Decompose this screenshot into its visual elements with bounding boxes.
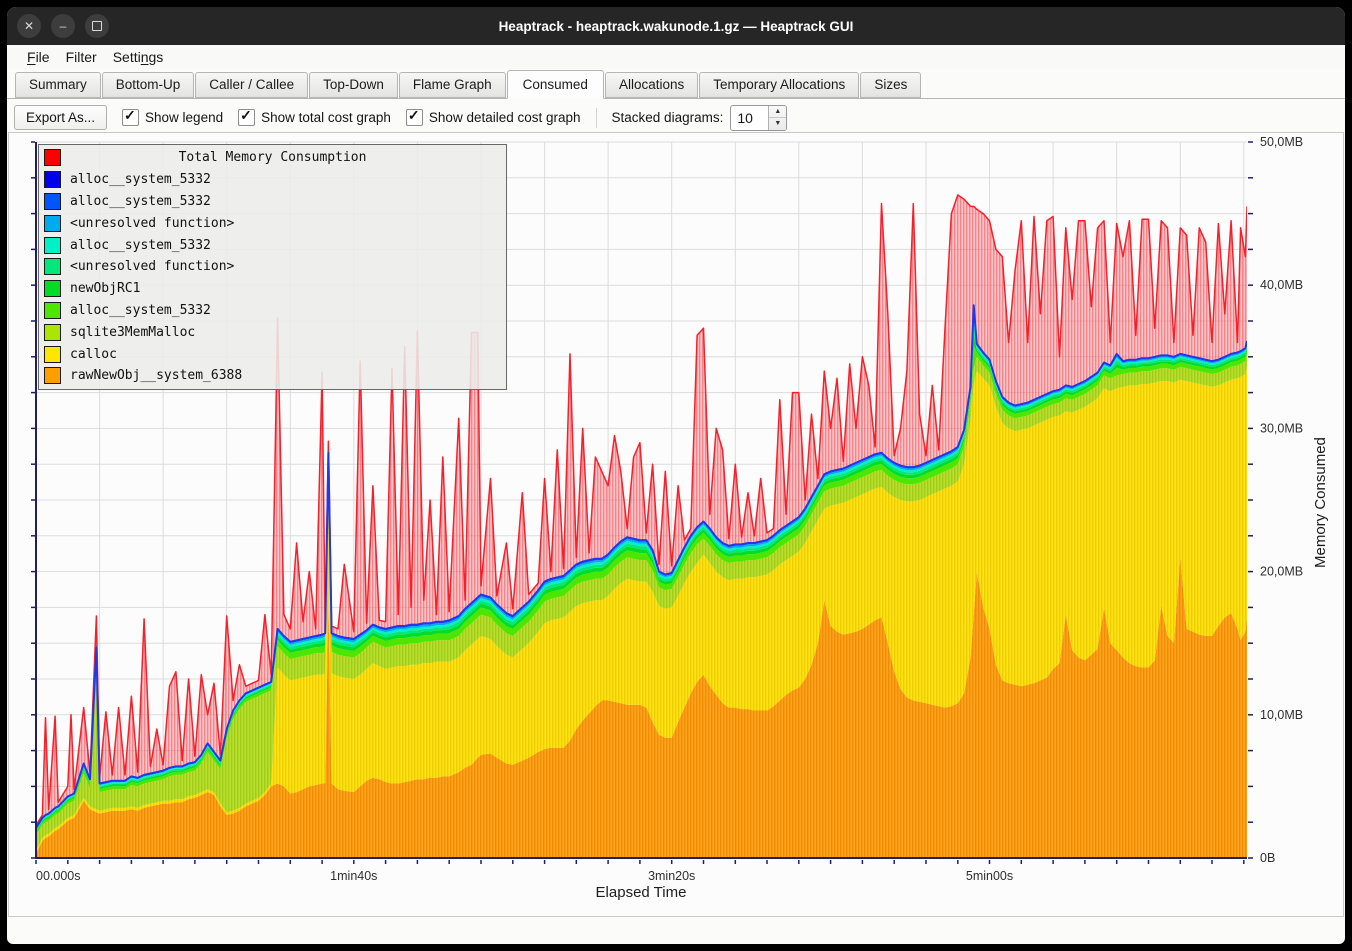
export-as-button[interactable]: Export As...: [14, 105, 107, 130]
legend-item: <unresolved function>: [39, 212, 506, 234]
legend-item: alloc__system_5332: [39, 191, 506, 213]
legend-item-label: alloc__system_5332: [70, 238, 211, 253]
stacked-diagrams-label: Stacked diagrams:: [612, 110, 724, 125]
spin-down-icon[interactable]: ▼: [769, 118, 786, 130]
tab-allocations[interactable]: Allocations: [605, 72, 698, 98]
legend-swatch: [44, 324, 61, 341]
memory-consumed-chart: 00.000s 1min40s 3min20s 5min00s 0B 10,0MB 20,0…: [8, 132, 1344, 917]
checkbox-box[interactable]: [122, 109, 139, 126]
tab-bottom-up[interactable]: Bottom-Up: [102, 72, 195, 98]
window-controls: ✕ –: [17, 14, 109, 38]
legend-item-label: alloc__system_5332: [70, 194, 211, 209]
menu-file[interactable]: File: [19, 47, 58, 67]
tab-top-down[interactable]: Top-Down: [309, 72, 398, 98]
svg-text:20,0MB: 20,0MB: [1260, 565, 1303, 579]
menu-bar: FileFilterSettings: [7, 45, 1345, 69]
tab-sizes[interactable]: Sizes: [860, 72, 921, 98]
legend-item: sqlite3MemMalloc: [39, 321, 506, 343]
legend-item-label: <unresolved function>: [70, 259, 234, 274]
legend-item: <unresolved function>: [39, 256, 506, 278]
svg-text:30,0MB: 30,0MB: [1260, 421, 1303, 435]
tab-summary[interactable]: Summary: [15, 72, 101, 98]
tab-bar: SummaryBottom-UpCaller / CalleeTop-DownF…: [7, 69, 1345, 99]
legend-title-row: Total Memory Consumption: [39, 147, 506, 169]
legend-swatch: [44, 237, 61, 254]
checkbox-show-detailed-cost-graph[interactable]: Show detailed cost graph: [406, 109, 581, 126]
legend-swatch: [44, 346, 61, 363]
legend-swatch: [44, 302, 61, 319]
tab-consumed[interactable]: Consumed: [507, 70, 604, 99]
app-window: ✕ – Heaptrack - heaptrack.wakunode.1.gz …: [7, 7, 1345, 944]
legend-swatch: [44, 193, 61, 210]
maximize-icon[interactable]: [85, 14, 109, 38]
chart-legend: Total Memory Consumption alloc__system_53…: [38, 144, 507, 390]
checkbox-label: Show total cost graph: [261, 110, 391, 125]
svg-text:40,0MB: 40,0MB: [1260, 278, 1303, 292]
legend-item-label: sqlite3MemMalloc: [70, 325, 195, 340]
checkbox-show-legend[interactable]: Show legend: [122, 109, 223, 126]
svg-text:3min20s: 3min20s: [648, 869, 695, 883]
menu-settings[interactable]: Settings: [105, 47, 172, 67]
legend-item-label: alloc__system_5332: [70, 172, 211, 187]
legend-item: newObjRC1: [39, 278, 506, 300]
legend-item: alloc__system_5332: [39, 169, 506, 191]
toolbar: Export As... Show legend Show total cost …: [7, 99, 1345, 136]
legend-item-label: calloc: [70, 347, 117, 362]
legend-item-label: <unresolved function>: [70, 216, 234, 231]
legend-swatch: [44, 258, 61, 275]
svg-text:00.000s: 00.000s: [36, 869, 80, 883]
svg-text:5min00s: 5min00s: [966, 869, 1013, 883]
legend-title: Total Memory Consumption: [70, 150, 506, 165]
title-bar: ✕ – Heaptrack - heaptrack.wakunode.1.gz …: [7, 7, 1345, 45]
legend-swatch: [44, 149, 61, 166]
close-icon[interactable]: ✕: [17, 14, 41, 38]
svg-text:50,0MB: 50,0MB: [1260, 135, 1303, 149]
svg-text:0B: 0B: [1260, 851, 1275, 865]
tab-caller-callee[interactable]: Caller / Callee: [195, 72, 308, 98]
svg-text:1min40s: 1min40s: [330, 869, 377, 883]
legend-item-label: newObjRC1: [70, 281, 140, 296]
stacked-diagrams-spinbox[interactable]: 10 ▲ ▼: [730, 105, 787, 131]
legend-item: alloc__system_5332: [39, 300, 506, 322]
legend-item: calloc: [39, 343, 506, 365]
legend-item: rawNewObj__system_6388: [39, 365, 506, 387]
checkbox-label: Show legend: [145, 110, 223, 125]
minimize-icon[interactable]: –: [51, 14, 75, 38]
legend-item-label: rawNewObj__system_6388: [70, 368, 242, 383]
checkbox-label: Show detailed cost graph: [429, 110, 581, 125]
legend-swatch: [44, 215, 61, 232]
tab-temporary-allocations[interactable]: Temporary Allocations: [699, 72, 859, 98]
legend-swatch: [44, 171, 61, 188]
legend-item: alloc__system_5332: [39, 234, 506, 256]
spin-up-icon[interactable]: ▲: [769, 106, 786, 119]
x-axis-label: Elapsed Time: [9, 884, 1273, 901]
toolbar-separator: [596, 108, 597, 128]
checkbox-show-total-cost-graph[interactable]: Show total cost graph: [238, 109, 391, 126]
checkbox-box[interactable]: [406, 109, 423, 126]
menu-filter[interactable]: Filter: [58, 47, 105, 67]
tab-flame-graph[interactable]: Flame Graph: [399, 72, 506, 98]
window-title: Heaptrack - heaptrack.wakunode.1.gz — He…: [499, 19, 854, 34]
legend-swatch: [44, 367, 61, 384]
checkbox-box[interactable]: [238, 109, 255, 126]
svg-text:10,0MB: 10,0MB: [1260, 708, 1303, 722]
stacked-diagrams-value[interactable]: 10: [731, 106, 768, 130]
y-axis-label: Memory Consumed: [1312, 373, 1329, 633]
legend-item-label: alloc__system_5332: [70, 303, 211, 318]
legend-swatch: [44, 280, 61, 297]
